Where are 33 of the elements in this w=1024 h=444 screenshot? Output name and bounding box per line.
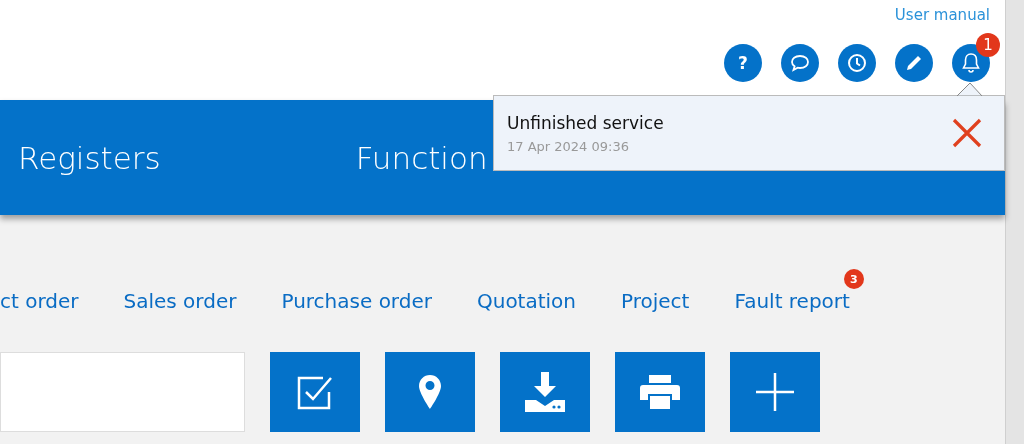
notification-badge: 1 [976, 33, 1000, 57]
close-icon [952, 118, 982, 148]
chat-button[interactable] [781, 44, 819, 82]
tab[interactable]: Fault report [734, 289, 850, 313]
printer-icon [640, 374, 680, 410]
help-button[interactable]: ? [724, 44, 762, 82]
chat-icon [790, 54, 810, 72]
download-button[interactable] [500, 352, 590, 432]
tab[interactable]: Sales order [123, 289, 237, 313]
download-icon [524, 372, 566, 412]
clock-icon [847, 53, 867, 73]
nav-item[interactable]: Registers [18, 139, 161, 176]
pencil-button[interactable] [895, 44, 933, 82]
tab[interactable]: Purchase order [281, 289, 432, 313]
count-badge: 3 [843, 269, 864, 289]
nav-item[interactable]: Function [355, 139, 488, 176]
pencil-icon [904, 53, 924, 73]
print-button[interactable] [615, 352, 705, 432]
notification-title: Unfinished service [507, 112, 665, 133]
notification-time: 17 Apr 2024 09:36 [507, 138, 630, 154]
tab[interactable]: ct order [0, 289, 79, 313]
location-pin-icon [418, 374, 442, 410]
clock-button[interactable] [838, 44, 876, 82]
close-button[interactable] [952, 118, 982, 148]
add-button[interactable] [730, 352, 820, 432]
bell-icon [961, 52, 981, 74]
tab[interactable]: Project [621, 289, 690, 313]
checkbox-button[interactable] [270, 352, 360, 432]
search-field[interactable] [0, 352, 245, 432]
tab[interactable]: Quotation [476, 289, 577, 313]
user-manual-link[interactable]: User manual [894, 6, 990, 24]
pin-button[interactable] [385, 352, 475, 432]
plus-icon [755, 372, 795, 412]
